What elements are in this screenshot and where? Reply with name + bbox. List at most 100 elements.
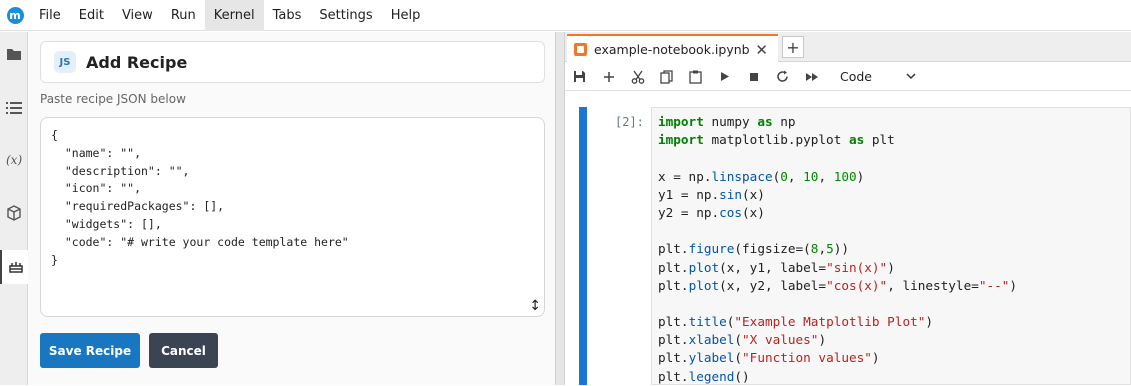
code-editor[interactable]: import numpy as np import matplotlib.pyp… xyxy=(651,107,1131,385)
notebook-toolbar: Code xyxy=(565,63,1131,91)
code-token: legend xyxy=(688,368,735,384)
save-icon[interactable] xyxy=(565,63,594,91)
code-token: 100 xyxy=(833,168,857,184)
menu-tabs[interactable]: Tabs xyxy=(264,0,311,31)
recipe-json-text[interactable]: { "name": "", "description": "", "icon":… xyxy=(51,127,534,269)
code-token: ) xyxy=(887,259,895,275)
code-token: 5 xyxy=(826,241,834,257)
code-token: plt xyxy=(864,132,895,148)
menu-bar: m File Edit View Run Kernel Tabs Setting… xyxy=(0,0,1131,31)
code-token: ( xyxy=(734,332,743,348)
save-recipe-button[interactable]: Save Recipe xyxy=(40,333,140,368)
code-token: as xyxy=(848,132,865,148)
restart-icon[interactable] xyxy=(768,63,797,91)
code-token: )) xyxy=(833,241,849,257)
code-token: ) xyxy=(871,350,880,366)
code-token: ( xyxy=(734,350,743,366)
add-cell-icon[interactable] xyxy=(594,63,623,91)
menu-help[interactable]: Help xyxy=(382,0,430,31)
code-line: plt.title("Example Matplotlib Plot") xyxy=(658,313,1130,331)
code-token: figure xyxy=(688,241,735,257)
code-token: (x, y2, label= xyxy=(719,277,827,293)
cell-active-bar[interactable] xyxy=(579,107,587,385)
js-badge: JS xyxy=(54,51,76,73)
panel-splitter[interactable] xyxy=(555,32,565,385)
code-token: xlabel xyxy=(688,332,735,348)
editor-hint: Paste recipe JSON below xyxy=(40,92,186,106)
menu-edit[interactable]: Edit xyxy=(70,0,113,31)
code-cell[interactable]: [2]: import numpy as np import matplotli… xyxy=(579,107,1131,385)
code-token: 10 xyxy=(803,168,819,184)
code-token: "Example Matplotlib Plot" xyxy=(734,314,926,330)
recipe-icon[interactable] xyxy=(0,250,29,284)
app-logo: m xyxy=(0,0,30,31)
stop-icon[interactable] xyxy=(739,63,768,91)
svg-text:(x): (x) xyxy=(6,153,22,167)
code-line: plt.legend() xyxy=(658,368,1130,386)
code-token: , xyxy=(818,241,827,257)
code-token: "Function values" xyxy=(742,350,872,366)
menu-file[interactable]: File xyxy=(30,0,70,31)
code-token: ) xyxy=(1009,277,1018,293)
resize-handle-icon[interactable]: ↕ xyxy=(529,299,541,313)
code-token: plt. xyxy=(658,277,689,293)
code-token: () xyxy=(734,368,750,384)
code-line: plt.xlabel("X values") xyxy=(658,331,1130,349)
cell-type-select[interactable]: Code xyxy=(830,65,922,89)
code-token: plot xyxy=(688,277,720,293)
cancel-button[interactable]: Cancel xyxy=(149,333,218,368)
code-token: linspace xyxy=(711,168,773,184)
menu-run[interactable]: Run xyxy=(162,0,205,31)
menu-kernel[interactable]: Kernel xyxy=(204,0,264,31)
panel-header: JS Add Recipe xyxy=(40,41,545,83)
menu-view[interactable]: View xyxy=(113,0,162,31)
notebook-icon xyxy=(574,43,587,56)
cut-icon[interactable] xyxy=(623,63,652,91)
run-icon[interactable] xyxy=(710,63,739,91)
code-token: cos xyxy=(719,204,743,220)
copy-icon[interactable] xyxy=(652,63,681,91)
code-line: plt.ylabel("Function values") xyxy=(658,349,1130,367)
code-token: (x, y1, label= xyxy=(719,259,827,275)
code-token: , xyxy=(818,168,834,184)
variable-icon[interactable]: (x) xyxy=(0,143,28,177)
paste-icon[interactable] xyxy=(681,63,710,91)
folder-icon[interactable] xyxy=(0,37,28,71)
package-icon[interactable] xyxy=(0,196,28,230)
code-token: ) xyxy=(818,332,827,348)
tab-example-notebook[interactable]: example-notebook.ipynb ✕ xyxy=(567,34,778,63)
code-token: , linestyle= xyxy=(887,277,979,293)
code-token: x = np. xyxy=(658,168,712,184)
code-token: import xyxy=(658,132,704,148)
code-token: plt. xyxy=(658,350,689,366)
code-line: x = np.linspace(0, 10, 100) xyxy=(658,168,1130,186)
execution-prompt: [2]: xyxy=(615,115,644,129)
menu-settings[interactable]: Settings xyxy=(310,0,381,31)
panel-title: Add Recipe xyxy=(86,52,188,72)
code-line: plt.plot(x, y2, label="cos(x)", linestyl… xyxy=(658,277,1130,295)
code-token: y1 = np. xyxy=(658,186,720,202)
code-token: 0 xyxy=(780,168,788,184)
code-token: plot xyxy=(688,259,720,275)
code-token: plt. xyxy=(658,368,689,384)
code-token: (figsize=( xyxy=(734,241,811,257)
code-token: np xyxy=(772,114,796,129)
code-token: plt. xyxy=(658,332,689,348)
notebook-area: example-notebook.ipynb ✕ + Code [2]: imp… xyxy=(565,32,1131,385)
tab-bar: example-notebook.ipynb ✕ + xyxy=(565,32,1131,63)
list-icon[interactable] xyxy=(0,91,28,125)
code-token: (x) xyxy=(742,204,765,220)
code-line: import matplotlib.pyplot as plt xyxy=(658,131,1130,149)
recipe-json-editor[interactable]: { "name": "", "description": "", "icon":… xyxy=(40,117,545,317)
code-line: plt.plot(x, y1, label="sin(x)") xyxy=(658,259,1130,277)
code-line: import numpy as np xyxy=(658,113,1130,131)
cell-type-value: Code xyxy=(840,69,873,84)
code-token: "--" xyxy=(978,277,1010,293)
close-icon[interactable]: ✕ xyxy=(755,41,768,59)
new-tab-button[interactable]: + xyxy=(782,36,804,58)
fast-forward-icon[interactable] xyxy=(797,63,826,91)
code-token: ) xyxy=(856,168,865,184)
